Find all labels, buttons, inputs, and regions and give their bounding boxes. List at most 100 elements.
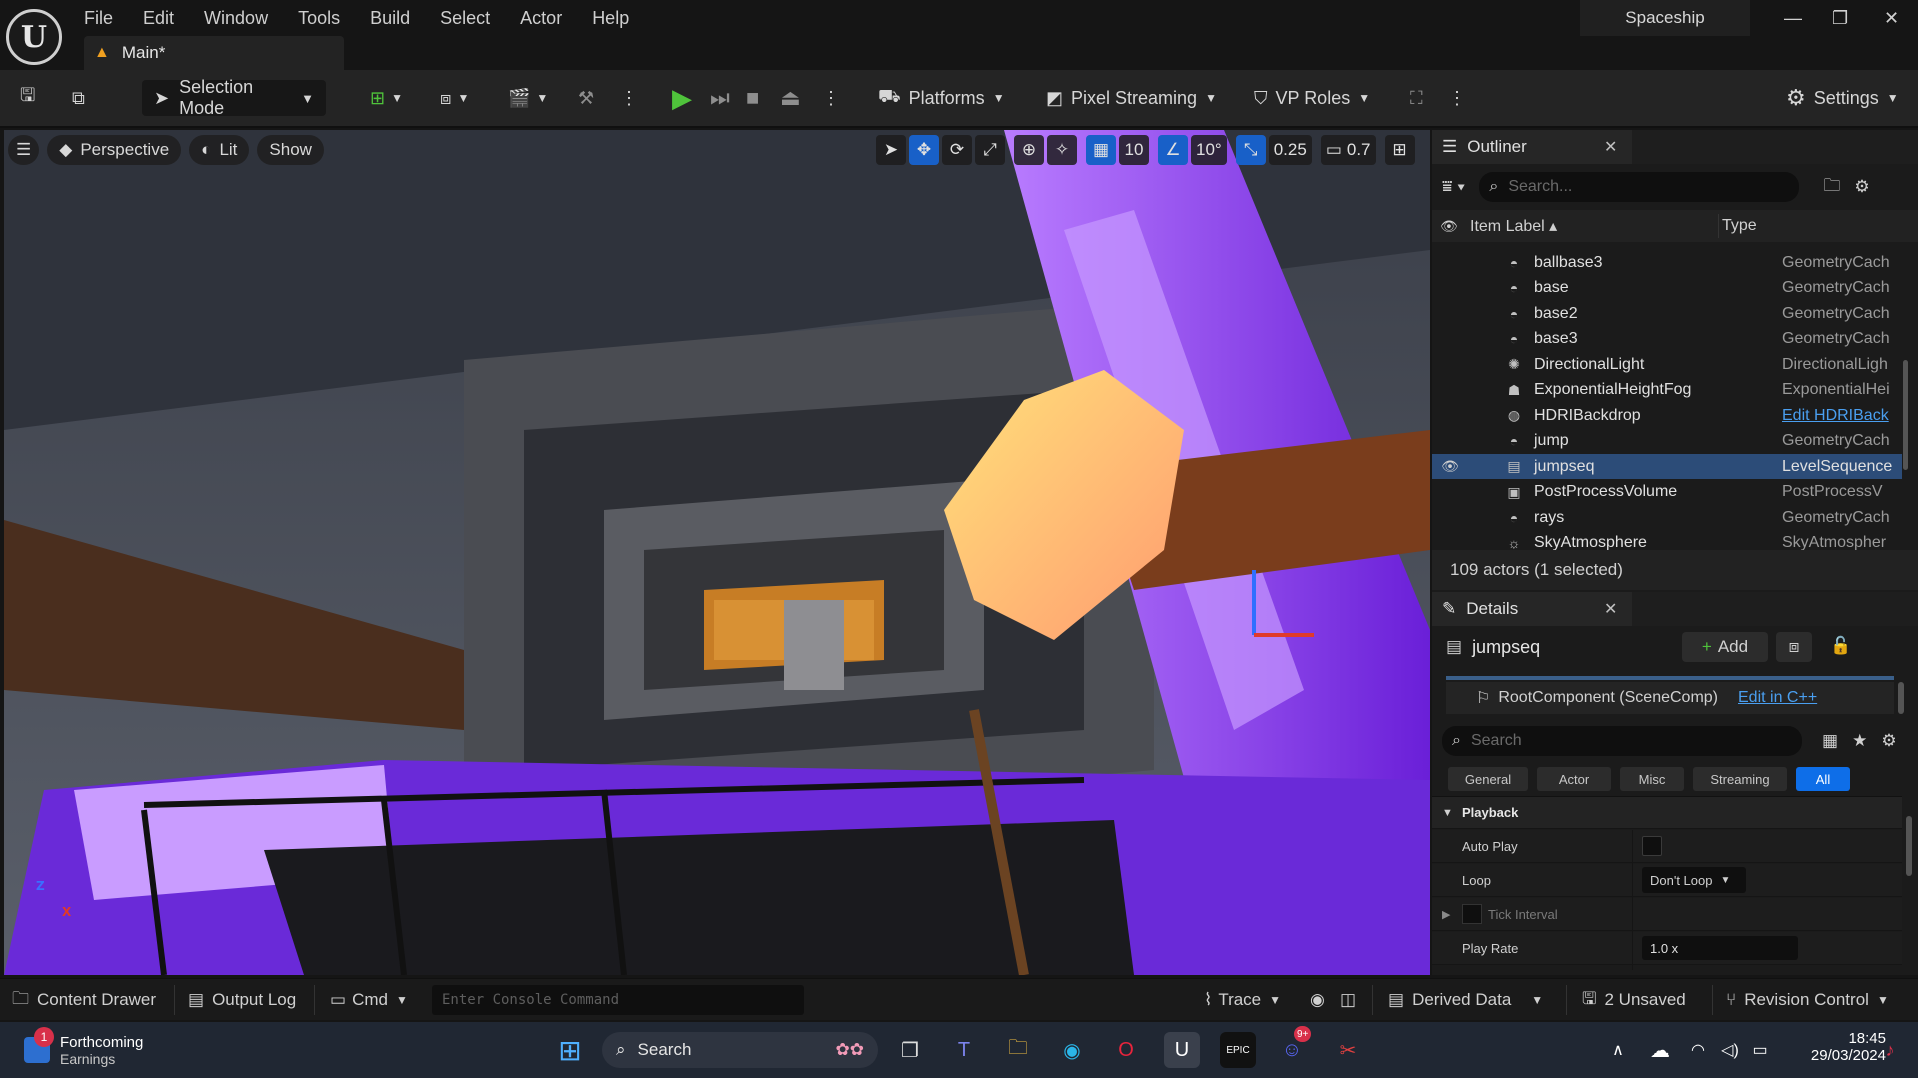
settings-button[interactable]: ⚙ Settings ▼ bbox=[1786, 80, 1899, 116]
play-rate-input[interactable]: 1.0 x bbox=[1642, 936, 1798, 960]
tray-chevron-up-icon[interactable]: ∧ bbox=[1600, 1032, 1636, 1068]
world-space-icon[interactable]: ⊕ bbox=[1014, 135, 1044, 165]
opera-icon[interactable]: O bbox=[1108, 1032, 1144, 1068]
restore-icon[interactable]: ❐ bbox=[1832, 8, 1848, 29]
derived-data-button[interactable]: ▤ Derived Data ▼ bbox=[1388, 979, 1543, 1021]
rotation-snap-value[interactable]: 10° bbox=[1191, 135, 1227, 165]
eject-icon[interactable]: ⏏ bbox=[780, 80, 801, 116]
menu-select[interactable]: Select bbox=[440, 8, 490, 29]
loop-dropdown[interactable]: Don't Loop ▼ bbox=[1642, 867, 1746, 893]
menu-window[interactable]: Window bbox=[204, 8, 268, 29]
more-options-icon[interactable]: ⋮ bbox=[620, 80, 638, 116]
save-icon[interactable]: 🖫 bbox=[20, 80, 35, 116]
blueprint-button[interactable]: ⧈ ▼ bbox=[440, 80, 469, 116]
rotation-snap-toggle[interactable]: ∠ bbox=[1158, 135, 1188, 165]
taskbar-search[interactable]: ⌕ Search ✿✿ bbox=[602, 1032, 878, 1068]
camera-speed-button[interactable]: ▭ 0.7 bbox=[1320, 135, 1376, 165]
play-options-icon[interactable]: ⋮ bbox=[822, 80, 840, 116]
content-drawer-button[interactable]: 🗀 Content Drawer bbox=[12, 979, 156, 1021]
table-view-icon[interactable]: ▦ bbox=[1822, 731, 1838, 751]
outliner-search-input[interactable]: ⌕ Search... bbox=[1479, 172, 1800, 202]
play-icon[interactable]: ▶ bbox=[672, 80, 692, 116]
source-control-icon[interactable]: ⛶ bbox=[1410, 80, 1423, 116]
outliner-scrollbar[interactable] bbox=[1903, 360, 1908, 470]
close-window-icon[interactable]: ✕ bbox=[1884, 8, 1899, 29]
outliner-row[interactable]: ◓ rays GeometryCach bbox=[1432, 505, 1902, 530]
build-icon[interactable]: ⚒ bbox=[578, 80, 594, 116]
unreal-logo[interactable]: U bbox=[6, 9, 62, 65]
cinematics-button[interactable]: 🎬 ▼ bbox=[508, 80, 548, 116]
scale-snap-value[interactable]: 0.25 bbox=[1268, 135, 1312, 165]
file-explorer-icon[interactable]: 🗀 bbox=[1000, 1032, 1036, 1068]
rotate-tool-icon[interactable]: ⟳ bbox=[942, 135, 972, 165]
details-search-input[interactable]: ⌕ Search bbox=[1442, 726, 1802, 756]
minimize-icon[interactable]: — bbox=[1784, 8, 1802, 29]
console-input[interactable]: Enter Console Command bbox=[432, 985, 804, 1015]
windows-start-icon[interactable]: ⊞ bbox=[552, 1032, 588, 1068]
selection-mode-button[interactable]: ➤ Selection Mode ▼ bbox=[142, 77, 326, 118]
outliner-row[interactable]: ◓ ballbase3 GeometryCach bbox=[1432, 250, 1902, 275]
outliner-row[interactable]: ◓ base GeometryCach bbox=[1432, 276, 1902, 301]
grid-snap-value[interactable]: 10 bbox=[1119, 135, 1149, 165]
snipping-tool-icon[interactable]: ✂ bbox=[1330, 1032, 1366, 1068]
auto-play-checkbox[interactable] bbox=[1642, 836, 1662, 856]
add-actor-button[interactable]: ⊞ ▼ bbox=[370, 80, 403, 116]
edit-in-cpp-link[interactable]: Edit in C++ bbox=[1738, 689, 1817, 707]
unsaved-button[interactable]: 🖫 2 Unsaved bbox=[1582, 979, 1686, 1021]
notification-bell-icon[interactable]: ♪ bbox=[1872, 1032, 1908, 1068]
output-log-button[interactable]: ▤ Output Log bbox=[188, 979, 296, 1021]
root-component-row[interactable]: ⚐ RootComponent (SceneComp) Edit in C++ bbox=[1446, 682, 1894, 714]
blueprint-icon[interactable]: ⧈ bbox=[1776, 632, 1812, 662]
snapshot-icon[interactable]: ◫ bbox=[1340, 979, 1356, 1021]
scale-snap-toggle[interactable]: ⤡ bbox=[1235, 135, 1266, 165]
toolbar-more-icon[interactable]: ⋮ bbox=[1448, 80, 1466, 116]
scale-tool-icon[interactable]: ⤢ bbox=[975, 135, 1005, 165]
filter-tab-streaming[interactable]: Streaming bbox=[1693, 767, 1787, 791]
browse-icon[interactable]: ⧉ bbox=[72, 80, 85, 116]
add-component-button[interactable]: + Add bbox=[1682, 632, 1768, 662]
menu-actor[interactable]: Actor bbox=[520, 8, 562, 29]
outliner-row[interactable]: ▣ PostProcessVolume PostProcessV bbox=[1432, 480, 1902, 505]
menu-help[interactable]: Help bbox=[592, 8, 629, 29]
favorites-icon[interactable]: ★ bbox=[1852, 731, 1867, 751]
discord-icon[interactable]: ☺ 9+ bbox=[1274, 1026, 1312, 1068]
filter-tab-all[interactable]: All bbox=[1796, 767, 1850, 791]
new-folder-icon[interactable]: 🗀 bbox=[1823, 173, 1840, 202]
battery-icon[interactable]: ▭ bbox=[1742, 1032, 1778, 1068]
col-item-label[interactable]: Item Label ▴ bbox=[1470, 216, 1557, 236]
vp-roles-button[interactable]: ⛉ VP Roles ▼ bbox=[1254, 80, 1370, 116]
cmd-dropdown[interactable]: ▭ Cmd ▼ bbox=[330, 979, 408, 1021]
wifi-icon[interactable]: ◠ bbox=[1680, 1032, 1716, 1068]
translate-tool-icon[interactable]: ✥ bbox=[909, 135, 939, 165]
epic-games-icon[interactable]: EPIC bbox=[1220, 1032, 1256, 1068]
teams-icon[interactable]: T bbox=[946, 1032, 982, 1068]
platforms-button[interactable]: ⛟ Platforms ▼ bbox=[878, 80, 1005, 116]
grid-snap-toggle[interactable]: ▦ bbox=[1086, 135, 1116, 165]
unreal-taskbar-icon[interactable]: U bbox=[1164, 1032, 1200, 1068]
revision-control-button[interactable]: ⑂ Revision Control ▼ bbox=[1726, 979, 1889, 1021]
menu-tools[interactable]: Tools bbox=[298, 8, 340, 29]
expand-arrow-icon[interactable]: ▶ bbox=[1442, 908, 1450, 921]
outliner-row[interactable]: ◓ base3 GeometryCach bbox=[1432, 327, 1902, 352]
outliner-row-type[interactable]: Edit HDRIBack bbox=[1782, 407, 1902, 425]
filter-icon[interactable]: ⩸ ▾ bbox=[1442, 177, 1465, 197]
details-settings-icon[interactable]: ⚙ bbox=[1881, 731, 1896, 751]
pixel-streaming-button[interactable]: ◩ Pixel Streaming ▼ bbox=[1046, 80, 1217, 116]
surface-snap-icon[interactable]: ✧ bbox=[1047, 135, 1077, 165]
task-view-icon[interactable]: ❐ bbox=[892, 1032, 928, 1068]
menu-build[interactable]: Build bbox=[370, 8, 410, 29]
lit-button[interactable]: ◐ Lit bbox=[189, 135, 250, 165]
filter-tab-actor[interactable]: Actor bbox=[1537, 767, 1611, 791]
col-type[interactable]: Type bbox=[1722, 217, 1757, 235]
outliner-row[interactable]: ✺ DirectionalLight DirectionalLigh bbox=[1432, 352, 1902, 377]
outliner-row[interactable]: ☗ ExponentialHeightFog ExponentialHei bbox=[1432, 378, 1902, 403]
close-details-icon[interactable]: ✕ bbox=[1604, 599, 1617, 619]
outliner-row[interactable]: ◍ HDRIBackdrop Edit HDRIBack bbox=[1432, 403, 1902, 428]
close-outliner-icon[interactable]: ✕ bbox=[1604, 137, 1617, 157]
outliner-row[interactable]: 👁 ▤ jumpseq LevelSequence bbox=[1432, 454, 1902, 479]
component-scrollbar[interactable] bbox=[1898, 682, 1904, 714]
layout-icon[interactable]: ⊞ bbox=[1384, 135, 1415, 165]
onedrive-icon[interactable]: ☁ bbox=[1642, 1032, 1678, 1068]
menu-edit[interactable]: Edit bbox=[143, 8, 174, 29]
perspective-button[interactable]: ◆ Perspective bbox=[47, 135, 182, 165]
